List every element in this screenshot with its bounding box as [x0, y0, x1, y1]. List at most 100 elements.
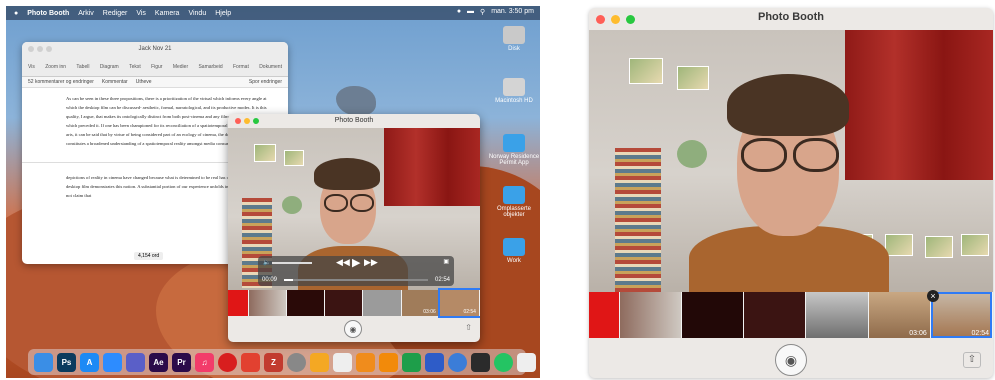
downloads-icon[interactable]	[517, 352, 536, 372]
toolbar-document[interactable]: Dokument	[259, 64, 282, 70]
whatsapp-icon[interactable]	[494, 352, 513, 372]
window-title: Jack Nov 21	[138, 46, 172, 52]
desktop-icon-residence-permit[interactable]: Norway Residence Permit App	[488, 134, 540, 166]
menu-item-file[interactable]: Arkiv	[78, 10, 94, 17]
pages-toolbar: Jack Nov 21 Vis Zoom inn Tabell Diagram …	[22, 42, 288, 77]
script-icon[interactable]	[402, 352, 421, 372]
volume-slider[interactable]	[272, 262, 312, 264]
toolbar-chart[interactable]: Diagram	[100, 64, 119, 70]
thumbnail-duration: 03:06	[423, 309, 436, 315]
apple-icon[interactable]: ●	[14, 10, 18, 17]
desktop-icon-work[interactable]: Work	[488, 238, 540, 264]
toolbar-table[interactable]: Tabell	[76, 64, 89, 70]
camera-icon: ◉	[349, 324, 357, 334]
dock: Ps A Ae Pr ♫ Z	[28, 349, 536, 375]
menu-item-edit[interactable]: Rediger	[103, 10, 128, 17]
after-effects-icon[interactable]: Ae	[149, 352, 168, 372]
photo-booth-window-small: Photo Booth 🔈 ◀◀ ▶ ▶▶ ▣ 00:09 02:54 03:0…	[228, 114, 480, 342]
play-button[interactable]: ▶	[352, 256, 360, 269]
chrome-icon[interactable]	[287, 352, 306, 372]
safari-icon[interactable]	[448, 352, 467, 372]
zoom-app-icon[interactable]	[103, 352, 122, 372]
desktop-icon-label: Work	[507, 258, 521, 264]
share-icon[interactable]: ⇧	[963, 352, 981, 368]
scrub-bar[interactable]	[284, 279, 428, 281]
thumbnail-selected[interactable]: 02:54	[930, 292, 993, 338]
opera-icon[interactable]	[218, 352, 237, 372]
thumbnail[interactable]	[619, 292, 682, 338]
thumbnail-strip: 03:06 02:54	[228, 288, 480, 318]
camera-shutter-button[interactable]: ◉	[344, 320, 362, 338]
toolbar-collaborate[interactable]: Samarbeid	[198, 64, 222, 70]
photo-booth-icon[interactable]	[241, 352, 260, 372]
folder-icon	[503, 186, 525, 204]
camera-preview	[589, 30, 993, 292]
time-total: 02:54	[434, 277, 450, 283]
thumbnail[interactable]	[363, 290, 402, 316]
add-comment-button[interactable]: Kommentar	[102, 79, 128, 85]
toolbar-view[interactable]: Vis	[28, 64, 35, 70]
highlight-button[interactable]: Utheve	[136, 79, 152, 85]
thumbnail[interactable]	[248, 290, 287, 316]
thumbnail[interactable]	[325, 290, 364, 316]
thumbnail-duration: 03:06	[909, 330, 927, 337]
desktop-icon-relocated[interactable]: Omplasserte objekter	[488, 186, 540, 218]
playback-controls: 🔈 ◀◀ ▶ ▶▶ ▣ 00:09 02:54	[258, 256, 454, 286]
premiere-icon[interactable]: Pr	[172, 352, 191, 372]
share-icon[interactable]: ⇧	[465, 323, 472, 332]
search-icon[interactable]: ⚲	[480, 8, 485, 16]
comments-bar: 52 kommentarer og endringer Kommentar Ut…	[22, 77, 288, 88]
window-title: Photo Booth	[334, 117, 374, 124]
thumbnail[interactable]	[286, 290, 326, 316]
menu-item-help[interactable]: Hjelp	[215, 10, 231, 17]
thumbnail[interactable]	[589, 292, 620, 338]
zotero-icon[interactable]: Z	[264, 352, 283, 372]
menu-item-window[interactable]: Vindu	[188, 10, 206, 17]
thumbnail-selected[interactable]: 02:54	[437, 288, 480, 318]
desktop-icon-disk[interactable]: Disk	[488, 26, 540, 52]
photoshop-icon[interactable]: Ps	[57, 352, 76, 372]
teams-icon[interactable]	[126, 352, 145, 372]
thumbnail[interactable]	[681, 292, 745, 338]
menu-item-camera[interactable]: Kamera	[155, 10, 180, 17]
fullscreen-icon[interactable]: ▣	[443, 258, 449, 265]
screen-recorder-icon[interactable]	[471, 352, 490, 372]
camera-shutter-button[interactable]: ◉	[775, 344, 807, 376]
word-count[interactable]: 4,154 ord	[134, 252, 164, 260]
fast-forward-button[interactable]: ▶▶	[364, 257, 378, 268]
desktop-icon-macintosh-hd[interactable]: Macintosh HD	[488, 78, 540, 104]
thumbnail[interactable]	[228, 290, 249, 316]
notes-icon[interactable]	[310, 352, 329, 372]
toolbar-text[interactable]: Tekst	[129, 64, 141, 70]
toolbar-items: Vis Zoom inn Tabell Diagram Tekst Figur …	[28, 64, 282, 70]
app-store-icon[interactable]: A	[80, 352, 99, 372]
toolbar-media[interactable]: Medier	[173, 64, 188, 70]
rewind-button[interactable]: ◀◀	[336, 257, 350, 268]
thumbnail[interactable]	[744, 292, 807, 338]
menu-app-name[interactable]: Photo Booth	[27, 10, 69, 17]
thumbnail[interactable]: 03:06	[401, 290, 440, 316]
finder-icon[interactable]	[34, 352, 53, 372]
delete-thumbnail-icon[interactable]: ×	[927, 290, 939, 302]
volume-icon[interactable]: 🔈	[263, 259, 270, 266]
menu-item-view[interactable]: Vis	[136, 10, 146, 17]
comments-count[interactable]: 52 kommentarer og endringer	[28, 79, 94, 85]
pages-icon[interactable]	[356, 352, 375, 372]
textedit-icon[interactable]	[333, 352, 352, 372]
menu-clock[interactable]: man. 3:50 pm	[491, 8, 534, 16]
vlc-icon[interactable]	[379, 352, 398, 372]
toolbar-zoom[interactable]: Zoom inn	[45, 64, 66, 70]
thumbnail[interactable]	[806, 292, 869, 338]
toolbar-format[interactable]: Format	[233, 64, 249, 70]
thumbnail[interactable]: 03:06	[868, 292, 931, 338]
battery-icon[interactable]: ▬	[467, 8, 474, 16]
window-title: Photo Booth	[758, 11, 824, 23]
launcher-icon[interactable]	[425, 352, 444, 372]
camera-icon: ◉	[784, 351, 798, 368]
wifi-icon[interactable]: ●	[457, 8, 461, 16]
track-changes-button[interactable]: Spor endringer	[249, 79, 282, 85]
toolbar-shape[interactable]: Figur	[151, 64, 162, 70]
folder-icon	[503, 238, 525, 256]
photo-booth-window-large: Photo Booth 03:06 02:54 × ◉ ⇧	[589, 8, 993, 378]
music-icon[interactable]: ♫	[195, 352, 214, 372]
